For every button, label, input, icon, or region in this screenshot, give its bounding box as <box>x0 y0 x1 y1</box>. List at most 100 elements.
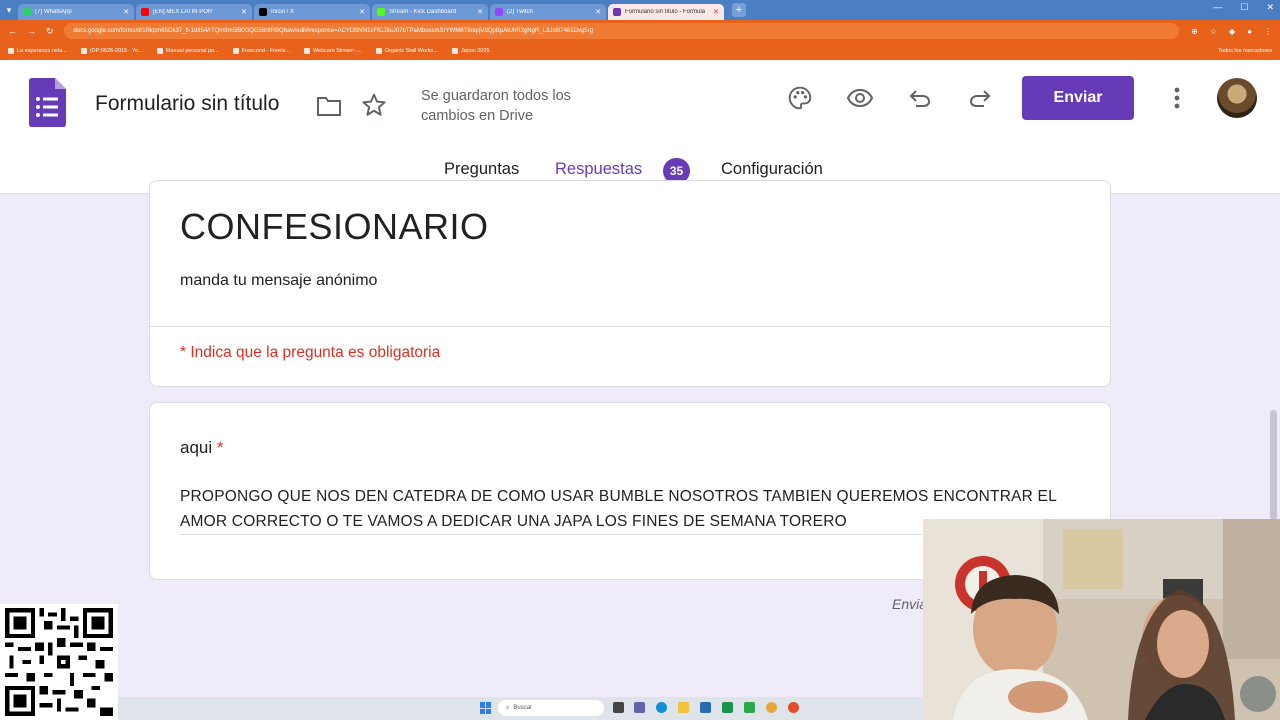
scrollbar-thumb[interactable] <box>1270 410 1277 520</box>
star-icon[interactable] <box>360 91 388 119</box>
bookmark-label: Japon 2025 <box>460 48 490 54</box>
send-button[interactable]: Enviar <box>1022 76 1134 120</box>
all-bookmarks[interactable]: Todos los marcadores <box>1218 48 1272 54</box>
browser-tab-active[interactable]: Formulario sin título - Formula ✕ <box>608 4 724 20</box>
bookmarks-bar: La esperanza nela... (DP:9626-2015 - Yo.… <box>0 42 1280 60</box>
url-text: docs.google.com/forms/d/1Rkpm65Ok37_fi-1… <box>73 28 593 34</box>
close-icon[interactable]: ✕ <box>241 8 247 16</box>
qr-code-icon <box>5 608 113 716</box>
file-explorer-icon[interactable] <box>678 702 689 713</box>
task-view-icon[interactable] <box>613 702 624 713</box>
windows-start-icon[interactable] <box>480 702 492 714</box>
bookmark-item[interactable]: (DP:9626-2015 - Yo... <box>80 48 143 54</box>
search-icon: ⌕ <box>506 704 510 711</box>
taskbar-search[interactable]: ⌕ Buscar <box>498 700 604 716</box>
extension-icon[interactable]: ◆ <box>1229 27 1235 36</box>
bookmark-item[interactable]: Manual personal pa... <box>156 48 219 54</box>
bookmark-label: Manual personal pa... <box>165 48 219 54</box>
close-icon[interactable]: ✕ <box>123 8 129 16</box>
bookmark-item[interactable]: La esperanza nela... <box>8 48 67 54</box>
browser-tab[interactable]: Stream - Kick Dashboard ✕ <box>372 4 488 20</box>
tab-label: Inicio / X <box>271 9 295 15</box>
undo-icon[interactable] <box>906 84 934 112</box>
avatar[interactable] <box>1217 78 1257 118</box>
zoom-icon[interactable]: ⊕ <box>1191 27 1198 36</box>
close-icon[interactable]: ✕ <box>359 8 365 16</box>
tab-search-icon[interactable]: ▾ <box>0 0 18 20</box>
bookmark-icon <box>156 48 163 54</box>
bookmark-label: Freecond - Freets... <box>241 48 290 54</box>
redo-icon[interactable] <box>966 84 994 112</box>
bookmark-icon <box>303 48 310 54</box>
windows-taskbar: ⌕ Buscar <box>118 697 923 720</box>
menu-icon[interactable]: ⋮ <box>1264 27 1272 36</box>
excel-icon[interactable] <box>722 702 733 713</box>
all-bookmarks-label: Todos los marcadores <box>1218 48 1272 54</box>
save-status: Se guardaron todos los cambios en Drive <box>421 88 571 124</box>
app-icon[interactable] <box>788 702 799 713</box>
taskbar-search-label: Buscar <box>513 705 533 711</box>
bookmark-icon <box>375 48 382 54</box>
bookmark-label: Organiz Stall Works... <box>384 48 438 54</box>
bookmark-icon <box>80 48 87 54</box>
tab-label: (7) WhatsApp <box>35 9 72 15</box>
folder-icon[interactable] <box>315 92 343 120</box>
required-asterisk: * <box>216 438 224 457</box>
bookmark-label: Webcam Stream -... <box>312 48 362 54</box>
bookmark-item[interactable]: Freecond - Freets... <box>232 48 290 54</box>
close-icon[interactable]: ✕ <box>713 8 719 16</box>
bookmark-item[interactable]: Organiz Stall Works... <box>375 48 438 54</box>
profile-icon[interactable]: ● <box>1247 27 1252 36</box>
tab-label: Stream - Kick Dashboard <box>389 9 457 15</box>
bookmark-label: La esperanza nela... <box>17 48 67 54</box>
url-field[interactable]: docs.google.com/forms/d/1Rkpm65Ok37_fi-1… <box>63 23 1180 39</box>
forward-icon[interactable]: → <box>27 26 36 36</box>
back-icon[interactable]: ← <box>8 26 17 36</box>
form-title[interactable]: Formulario sin título <box>95 92 279 116</box>
minimize-icon[interactable]: — <box>1213 2 1222 13</box>
more-options-icon[interactable] <box>1163 84 1191 112</box>
tab-responses[interactable]: Respuestas <box>555 160 642 179</box>
palette-icon[interactable] <box>786 84 814 112</box>
browser-tab[interactable]: (2) Twitch ✕ <box>490 4 606 20</box>
close-window-icon[interactable]: ✕ <box>1266 2 1274 13</box>
close-icon[interactable]: ✕ <box>595 8 601 16</box>
whatsapp-icon <box>23 8 31 16</box>
bookmark-label: (DP:9626-2015 - Yo... <box>89 48 143 54</box>
browser-tab[interactable]: (7) WhatsApp ✕ <box>18 4 134 20</box>
tab-questions[interactable]: Preguntas <box>444 160 519 179</box>
window-controls: — ☐ ✕ <box>1213 2 1274 13</box>
bookmark-item[interactable]: Japon 2025 <box>451 48 490 54</box>
question-title: aqui * <box>180 438 224 458</box>
twitch-icon <box>495 8 503 16</box>
browser-tab[interactable]: [EN] MEX LATIN POR ✕ <box>136 4 252 20</box>
form-heading: CONFESIONARIO <box>180 206 489 247</box>
required-note: * Indica que la pregunta es obligatoria <box>180 344 441 361</box>
divider <box>150 326 1110 327</box>
bookmark-item[interactable]: Webcam Stream -... <box>303 48 362 54</box>
qr-code <box>0 604 118 720</box>
google-forms-logo-icon[interactable] <box>29 78 66 127</box>
google-forms-icon <box>613 8 621 16</box>
youtube-icon <box>141 8 149 16</box>
maximize-icon[interactable]: ☐ <box>1240 2 1248 13</box>
close-icon[interactable]: ✕ <box>477 8 483 16</box>
chrome-icon[interactable] <box>766 702 777 713</box>
teams-icon[interactable] <box>634 702 645 713</box>
store-icon[interactable] <box>700 702 711 713</box>
app-icon[interactable] <box>744 702 755 713</box>
bookmark-star-icon[interactable]: ☆ <box>1210 27 1217 36</box>
webcam-overlay <box>923 519 1280 720</box>
preview-eye-icon[interactable] <box>846 84 874 112</box>
x-icon <box>259 8 267 16</box>
new-tab-button[interactable]: + <box>732 3 746 17</box>
edge-icon[interactable] <box>656 702 667 713</box>
address-bar-row: ← → ↻ docs.google.com/forms/d/1Rkpm65Ok3… <box>0 20 1280 42</box>
tab-label: [EN] MEX LATIN POR <box>153 9 213 15</box>
kick-icon <box>377 8 385 16</box>
bookmark-icon <box>451 48 458 54</box>
reload-icon[interactable]: ↻ <box>46 26 54 37</box>
answer-underline <box>180 534 922 535</box>
tab-settings[interactable]: Configuración <box>721 160 823 179</box>
browser-tab[interactable]: Inicio / X ✕ <box>254 4 370 20</box>
